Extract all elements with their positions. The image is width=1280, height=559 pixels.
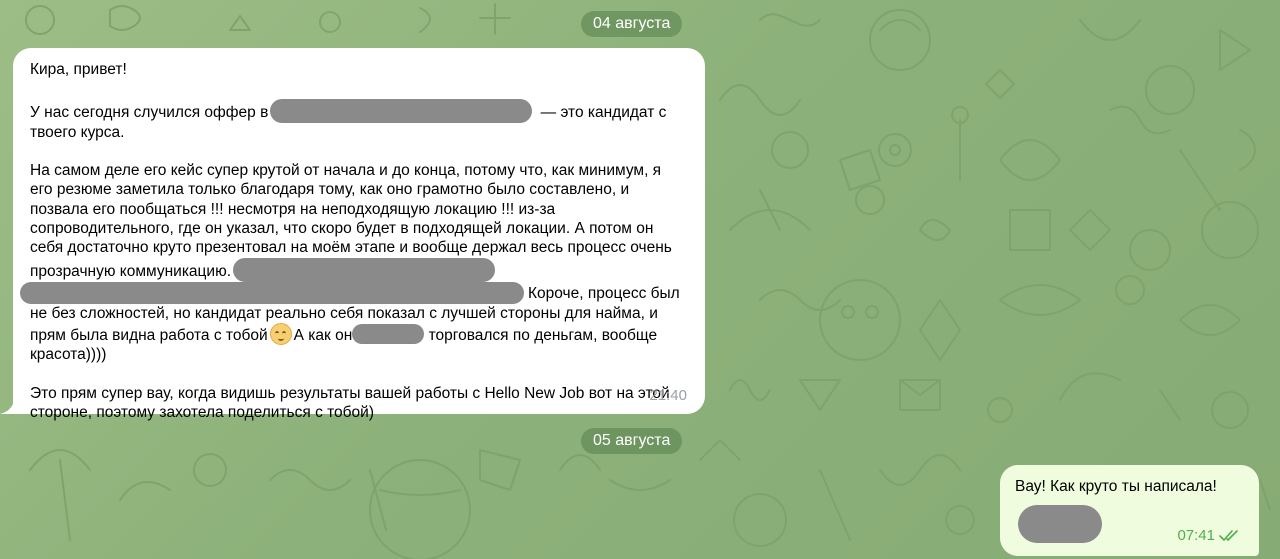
redacted-text xyxy=(20,281,524,304)
redacted-text xyxy=(233,257,496,282)
redacted-content xyxy=(1018,505,1102,543)
message-text: Вау! Как круто ты написала! xyxy=(1015,478,1217,495)
paragraph-story: На самом деле его кейс супер крутой от н… xyxy=(20,161,687,364)
message-time: 21:40 xyxy=(649,387,687,404)
paragraph-offer: У нас сегодня случился оффер в — это кан… xyxy=(30,98,687,142)
date-separator: 04 августа xyxy=(581,11,683,37)
incoming-message[interactable]: Кира, привет! У нас сегодня случился офф… xyxy=(13,48,705,421)
outgoing-message[interactable]: Вау! Как круто ты написала! 07:41 xyxy=(1000,465,1259,556)
redacted-text xyxy=(352,323,425,344)
redacted-company xyxy=(270,98,533,123)
message-text: Кира, привет! У нас сегодня случился офф… xyxy=(20,60,687,422)
text-fragment: У нас сегодня случился оффер в xyxy=(30,103,269,121)
bubble-tail xyxy=(0,398,20,414)
paragraph-closing: Это прям супер вау, когда видишь результ… xyxy=(30,384,670,422)
message-meta: 07:41 xyxy=(1177,527,1239,544)
double-check-icon xyxy=(1219,529,1239,542)
greeting-line: Кира, привет! xyxy=(30,61,127,78)
text-fragment: А как он xyxy=(293,326,353,344)
smiling-face-icon xyxy=(269,322,292,345)
date-separator: 05 августа xyxy=(581,428,683,454)
message-time: 07:41 xyxy=(1177,527,1215,544)
